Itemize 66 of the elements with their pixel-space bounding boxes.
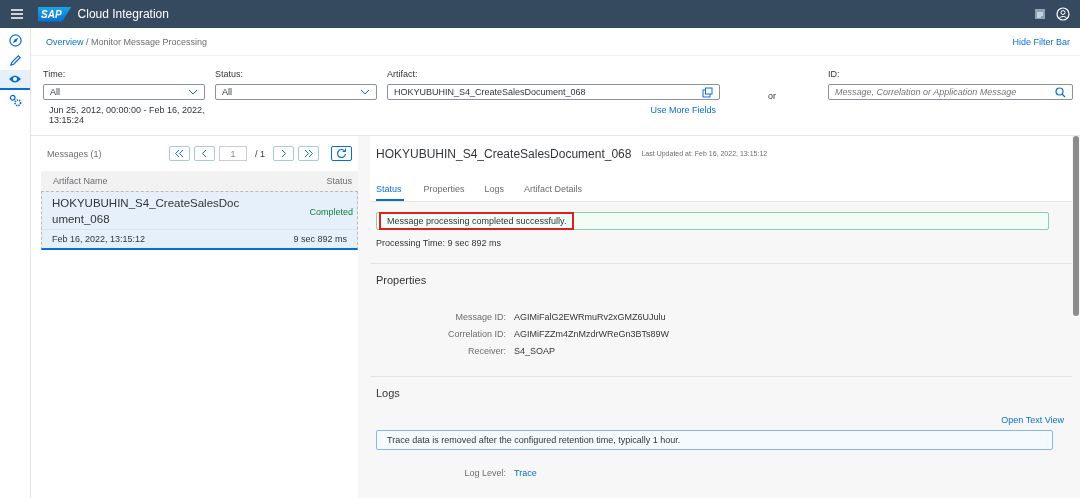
compass-icon xyxy=(8,33,22,47)
refresh-button[interactable] xyxy=(331,146,352,161)
duration: 9 sec 892 ms xyxy=(293,234,347,245)
page-count: / 1 xyxy=(255,148,265,159)
property-label: Message ID: xyxy=(454,312,506,322)
tab[interactable]: Properties xyxy=(413,184,475,201)
app-title: Cloud Integration xyxy=(77,7,169,21)
hide-filter-bar-link[interactable]: Hide Filter Bar xyxy=(1012,36,1070,47)
status-message: Message processing completed successfully. xyxy=(379,212,575,230)
nav-item[interactable] xyxy=(0,70,30,90)
tab[interactable]: Logs xyxy=(474,184,515,201)
menu-icon[interactable] xyxy=(10,8,24,20)
message-row[interactable]: HOKYUBUHIN_S4_CreateSalesDocument_068 Completed Feb 16, 2022, 13:15:12 9 sec 892 ms xyxy=(41,191,358,251)
search-icon xyxy=(1055,86,1066,98)
id-search-field[interactable]: Message, Correlation or Application Message xyxy=(828,84,1073,100)
section-title: Logs xyxy=(376,387,401,399)
property-label: Log Level: xyxy=(463,468,506,478)
chevron-left-icon xyxy=(201,149,208,158)
property-label: Correlation ID: xyxy=(446,329,506,339)
field-label: Time: xyxy=(43,69,67,79)
tab[interactable]: Artifact Details xyxy=(514,184,593,201)
chevron-down-icon xyxy=(188,89,198,95)
breadcrumb-link[interactable]: Overview xyxy=(46,36,84,47)
next-page-button[interactable] xyxy=(273,146,294,161)
property-value: AGIMiFZZm4ZnMzdrWReGn3BTs89W xyxy=(514,329,671,339)
field-label: Artifact: xyxy=(387,69,419,79)
double-chevron-left-icon xyxy=(174,149,185,158)
artifact-title: HOKYUBUHIN_S4_CreateSalesDocument_068 xyxy=(376,146,632,161)
value-help-icon xyxy=(702,86,713,98)
section-title: Properties xyxy=(376,274,428,286)
use-more-fields-link[interactable]: Use More Fields xyxy=(650,105,716,115)
pencil-icon xyxy=(8,53,22,67)
double-chevron-right-icon xyxy=(303,149,314,158)
artifact-name: HOKYUBUHIN_S4_CreateSalesDocument_068 xyxy=(52,196,241,227)
processing-time: Processing Time: 9 sec 892 ms xyxy=(376,238,503,248)
property-label: Receiver: xyxy=(467,346,506,356)
time-range: Jun 25, 2012, 00:00:00 - Feb 16, 2022, 13:15:24 xyxy=(48,105,205,125)
page-input[interactable]: 1 xyxy=(219,146,247,161)
info-text: Trace data is removed after the configured retention time, typically 1 hour. xyxy=(387,435,681,445)
property-value: S4_SOAP xyxy=(514,346,557,356)
logo[interactable]: SAP xyxy=(38,6,72,22)
chevron-right-icon xyxy=(280,149,287,158)
log-level-link[interactable]: Trace xyxy=(514,468,1066,478)
last-page-button[interactable] xyxy=(298,146,319,161)
property-value: AGIMiFalG2EWRmuRv2xGMZ6UJulu xyxy=(514,312,667,322)
calendar-icon[interactable] xyxy=(1034,8,1046,20)
or-text: or xyxy=(768,91,776,101)
column-header: Artifact Name xyxy=(53,176,108,186)
previous-page-button[interactable] xyxy=(194,146,215,161)
open-text-view-link[interactable]: Open Text View xyxy=(1001,415,1064,425)
timestamp: Feb 16, 2022, 13:15:12 xyxy=(52,234,146,245)
field-label: Status: xyxy=(215,69,244,79)
field-label: ID: xyxy=(828,69,841,79)
refresh-icon xyxy=(336,148,347,159)
breadcrumb-current: / Monitor Message Processing xyxy=(86,36,208,47)
status-select[interactable]: All xyxy=(215,84,377,100)
artifact-field[interactable]: HOKYUBUHIN_S4_CreateSalesDocument_068 xyxy=(387,84,720,100)
messages-title: Messages (1) xyxy=(47,148,102,159)
chevron-down-icon xyxy=(360,89,370,95)
time-select[interactable]: All xyxy=(43,84,205,100)
status-text: Completed xyxy=(309,206,353,217)
first-page-button[interactable] xyxy=(169,146,190,161)
gears-icon xyxy=(8,93,22,107)
user-icon[interactable] xyxy=(1056,7,1070,21)
eye-icon xyxy=(8,74,22,84)
column-header: Status xyxy=(326,176,352,186)
